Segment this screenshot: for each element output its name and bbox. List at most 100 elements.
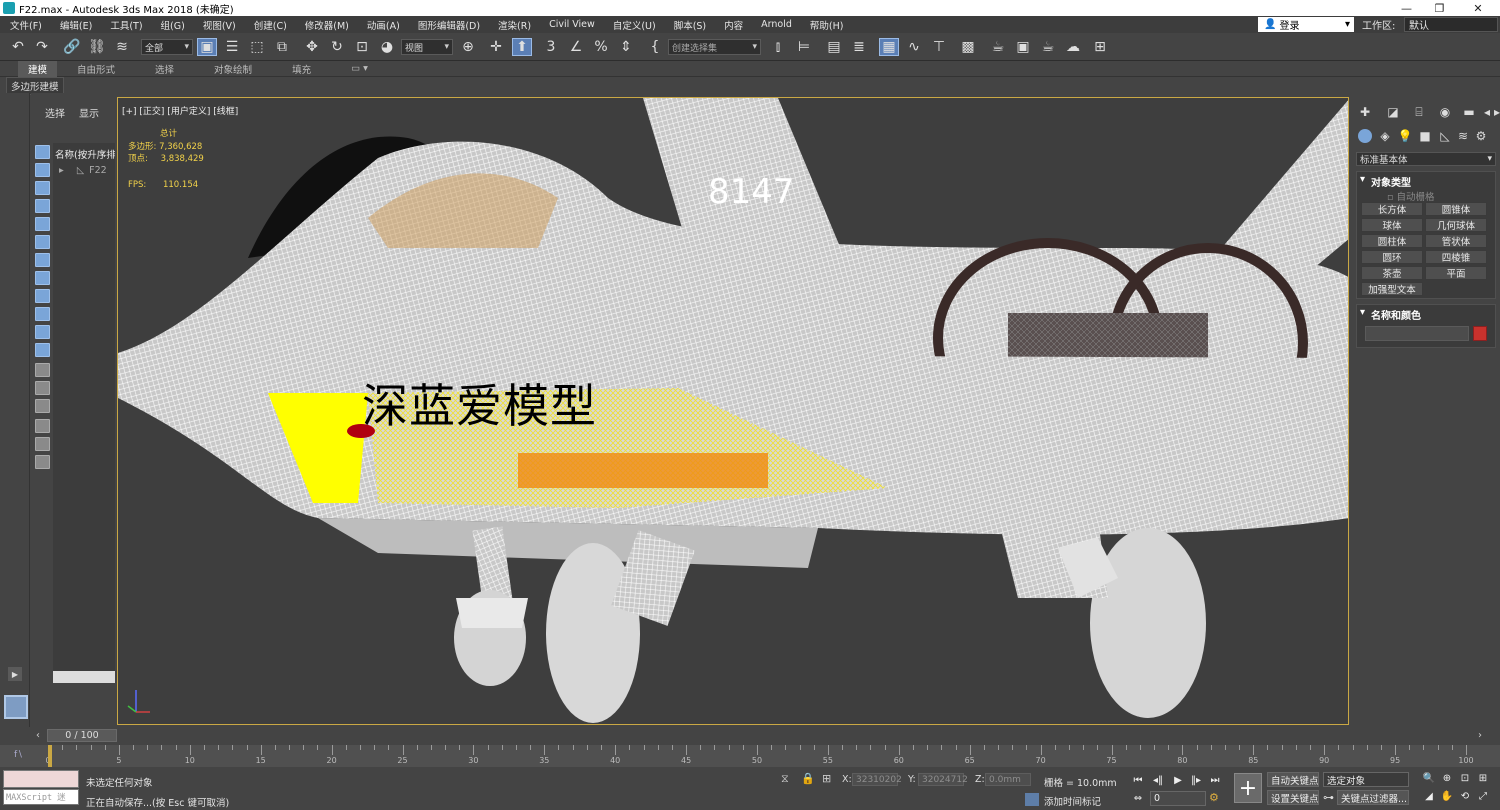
render-in-cloud-icon[interactable]: ☁ (1063, 38, 1083, 56)
key-filter-select[interactable]: 选定对象 (1323, 772, 1409, 787)
modify-tab-icon[interactable]: ◪ (1386, 105, 1400, 119)
select-manipulate-icon[interactable]: ✛ (486, 38, 506, 56)
explorer-scrollbar[interactable] (53, 671, 115, 683)
reference-coord-select[interactable]: 视图 (401, 39, 453, 55)
rotate-icon[interactable]: ↻ (327, 38, 347, 56)
scene-tree[interactable]: 名称(按升序排 ▸ ◺ F22 (53, 143, 115, 683)
viewport-layout-thumbnail[interactable] (4, 695, 28, 719)
menu-customize[interactable]: 自定义(U) (603, 18, 664, 32)
snaps-toggle-icon[interactable]: 3 (541, 38, 561, 56)
menu-content[interactable]: 内容 (714, 18, 751, 32)
ribbon-options-icon[interactable]: ▭ ▾ (331, 63, 388, 74)
set-key-button[interactable]: 设置关键点 (1267, 790, 1319, 805)
goto-start-icon[interactable]: ⏮ (1131, 773, 1145, 787)
select-object-icon[interactable]: ▣ (197, 38, 217, 56)
lock-icon[interactable] (35, 455, 50, 469)
teapot-button[interactable]: 茶壶 (1361, 266, 1423, 280)
menu-rendering[interactable]: 渲染(R) (488, 18, 539, 32)
invert-display-icon[interactable] (35, 399, 50, 413)
workspace-select[interactable]: 默认 (1404, 17, 1498, 32)
rect-selection-icon[interactable]: ⬚ (247, 38, 267, 56)
viewport-label[interactable]: [+] [正交] [用户定义] [线框] (122, 104, 238, 117)
filter-selected-icon[interactable] (35, 437, 50, 451)
redo-icon[interactable]: ↷ (32, 38, 52, 56)
tube-button[interactable]: 管状体 (1425, 234, 1487, 248)
zoom-extents-all-icon[interactable]: ⊞ (1476, 771, 1490, 785)
cameras-category-icon[interactable]: ■ (1418, 129, 1432, 143)
explorer-tab-select[interactable]: 选择 (45, 105, 65, 120)
play-icon[interactable]: ▶ (1171, 773, 1185, 787)
track-bar[interactable]: f∖ 0510152025303540455055606570758085909… (0, 745, 1500, 767)
geometry-category-icon[interactable] (1358, 129, 1372, 143)
pyramid-button[interactable]: 四棱锥 (1425, 250, 1487, 264)
filter-cameras-icon[interactable] (35, 199, 50, 213)
systems-category-icon[interactable]: ⚙ (1474, 129, 1488, 143)
menu-group[interactable]: 组(G) (151, 18, 193, 32)
time-slider[interactable]: 0 / 100 ‹ › (0, 727, 1500, 745)
filter-hidden-icon[interactable] (35, 343, 50, 357)
percent-snap-icon[interactable]: % (591, 38, 611, 56)
filter-geometry-icon[interactable] (35, 145, 50, 159)
named-selection-set-select[interactable]: 创建选择集 (668, 39, 761, 55)
menu-animation[interactable]: 动画(A) (357, 18, 408, 32)
ribbon-toggle-icon[interactable]: ▦ (879, 38, 899, 56)
curve-editor-mini-icon[interactable]: f∖ (14, 750, 23, 760)
menu-graph-editors[interactable]: 图形编辑器(D) (408, 18, 488, 32)
viewport-layout-tab[interactable]: ▶ (8, 667, 22, 681)
geosphere-button[interactable]: 几何球体 (1425, 218, 1487, 232)
move-icon[interactable]: ✥ (302, 38, 322, 56)
spinner-snap-icon[interactable]: ⇕ (616, 38, 636, 56)
rendered-frame-window-icon[interactable]: ▣ (1013, 38, 1033, 56)
mirror-icon[interactable]: ⫾ (768, 38, 788, 56)
set-key-big-button[interactable]: + (1234, 773, 1262, 803)
filter-lights-icon[interactable] (35, 181, 50, 195)
undo-icon[interactable]: ↶ (8, 38, 28, 56)
key-mode-icon[interactable]: ⇔ (1131, 791, 1145, 805)
track-ruler[interactable]: 0510152025303540455055606570758085909510… (45, 745, 1474, 767)
name-color-title[interactable]: 名称和颜色 (1357, 305, 1495, 324)
pivot-center-icon[interactable]: ⊕ (458, 38, 478, 56)
hierarchy-tab-icon[interactable]: ⌸ (1412, 105, 1426, 119)
cone-button[interactable]: 圆锥体 (1425, 202, 1487, 216)
x-coord-input[interactable]: 32310202 (852, 773, 902, 786)
zoom-icon[interactable]: 🔍 (1422, 771, 1436, 785)
add-time-tag[interactable]: 添加时间标记 (1044, 794, 1101, 808)
geometry-type-select[interactable]: 标准基本体 (1356, 152, 1496, 166)
schematic-view-icon[interactable]: ⊤ (929, 38, 949, 56)
login-button[interactable]: 👤 登录 ▾ (1258, 17, 1354, 32)
render-production-icon[interactable]: ☕ (1038, 38, 1058, 56)
menu-help[interactable]: 帮助(H) (800, 18, 852, 32)
maxscript-listener[interactable] (3, 770, 79, 788)
zoom-extents-icon[interactable]: ⊡ (1458, 771, 1472, 785)
filter-xrefs-icon[interactable] (35, 271, 50, 285)
menu-view[interactable]: 视图(V) (193, 18, 244, 32)
time-cursor[interactable] (48, 745, 52, 767)
render-setup-icon[interactable]: ☕ (988, 38, 1008, 56)
display-tab-icon[interactable]: ▬ (1462, 105, 1476, 119)
expand-arrow-icon[interactable]: ▸ (59, 165, 64, 176)
tree-item[interactable]: ▸ ◺ F22 (53, 161, 115, 176)
tab-selection[interactable]: 选择 (135, 62, 194, 76)
scene-explorer-toggle-icon[interactable]: ▤ (824, 38, 844, 56)
close-button[interactable]: ✕ (1456, 0, 1500, 16)
prev-frame-icon[interactable]: ◂‖ (1151, 773, 1165, 787)
selection-filter-select[interactable]: 全部 (141, 39, 193, 55)
menu-scripting[interactable]: 脚本(S) (664, 18, 714, 32)
auto-key-button[interactable]: 自动关键点 (1267, 772, 1319, 787)
time-slider-thumb[interactable]: 0 / 100 (47, 729, 117, 742)
edit-named-selection-icon[interactable]: { (645, 38, 665, 56)
filter-spacewarps-icon[interactable] (35, 235, 50, 249)
fov-icon[interactable]: ◢ (1422, 789, 1436, 803)
key-filters-icon[interactable]: ⊶ (1323, 791, 1334, 804)
explorer-tab-display[interactable]: 显示 (79, 105, 99, 120)
current-frame-input[interactable]: 0 (1150, 791, 1206, 806)
cylinder-button[interactable]: 圆柱体 (1361, 234, 1423, 248)
autogrid-checkbox[interactable]: ▫ 自动栅格 (1387, 189, 1434, 203)
scale-icon[interactable]: ⊡ (352, 38, 372, 56)
keyboard-shortcut-override-icon[interactable]: ⬆ (512, 38, 532, 56)
menu-arnold[interactable]: Arnold (751, 19, 800, 30)
zoom-all-icon[interactable]: ⊕ (1440, 771, 1454, 785)
y-coord-input[interactable]: 32024712 (918, 773, 968, 786)
curve-editor-icon[interactable]: ∿ (904, 38, 924, 56)
spacewarps-category-icon[interactable]: ≋ (1456, 129, 1470, 143)
